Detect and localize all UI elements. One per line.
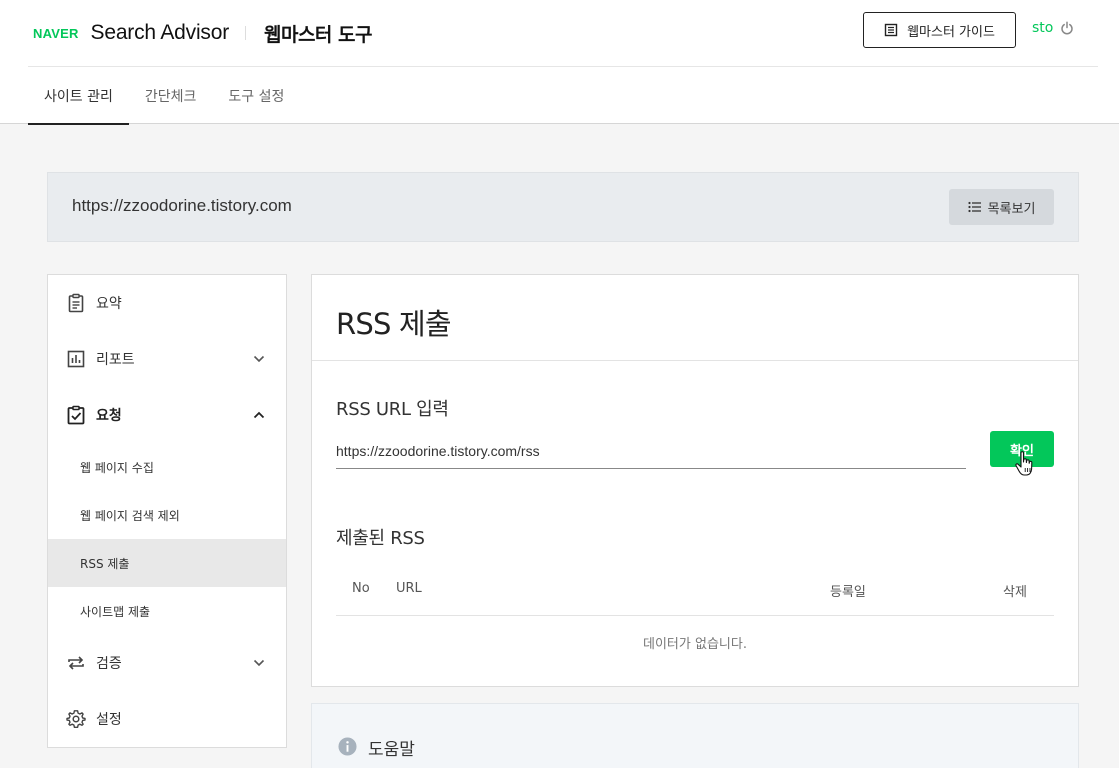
column-header-date: 등록일 <box>830 585 866 600</box>
chevron-up-icon <box>253 411 265 419</box>
top-header: NAVER Search Advisor 웹마스터 도구 웹마스터 가이드 st… <box>0 0 1119 125</box>
column-header-url: URL <box>396 581 422 596</box>
site-bar: https://zzoodorine.tistory.com 목록보기 <box>47 172 1079 242</box>
tool-title: 웹마스터 도구 <box>263 23 373 46</box>
sidebar-item-report[interactable]: 리포트 <box>48 331 286 387</box>
column-header-delete: 삭제 <box>1003 585 1027 600</box>
site-url: https://zzoodorine.tistory.com <box>72 196 292 215</box>
sidebar-item-label: 요약 <box>96 296 122 312</box>
table-header: No URL 등록일 삭제 <box>336 567 1054 616</box>
sidebar-subitem-web-page-collect[interactable]: 웹 페이지 수집 <box>48 443 286 491</box>
brand[interactable]: NAVER Search Advisor 웹마스터 도구 <box>33 18 372 48</box>
sidebar-item-request[interactable]: 요청 <box>48 387 286 443</box>
submitted-rss-label: 제출된 RSS <box>336 528 425 549</box>
repeat-icon <box>68 656 84 670</box>
sidebar-subitem-rss-submit[interactable]: RSS 제출 <box>48 539 286 587</box>
tab-quick-check[interactable]: 간단체크 <box>129 67 213 124</box>
tab-site-management[interactable]: 사이트 관리 <box>28 67 129 125</box>
guide-button-label: 웹마스터 가이드 <box>907 24 995 40</box>
list-view-label: 목록보기 <box>987 201 1036 217</box>
clipboard-check-icon <box>67 405 85 425</box>
sidebar: 요약 리포트 요청 웹 페이지 수집 웹 페이지 검색 제외 RSS 제출 사이… <box>47 274 287 748</box>
sidebar-subitem-sitemap-submit[interactable]: 사이트맵 제출 <box>48 587 286 635</box>
sidebar-item-summary[interactable]: 요약 <box>48 275 286 331</box>
list-view-button[interactable]: 목록보기 <box>949 189 1054 225</box>
list-icon <box>967 201 981 213</box>
webmaster-guide-button[interactable]: 웹마스터 가이드 <box>863 12 1016 48</box>
rss-url-input[interactable] <box>336 433 966 469</box>
naver-logo: NAVER <box>33 25 79 41</box>
column-header-no: No <box>352 581 370 596</box>
sidebar-item-settings[interactable]: 설정 <box>48 691 286 747</box>
gear-icon <box>66 710 86 728</box>
chevron-down-icon <box>253 659 265 667</box>
sidebar-item-label: 리포트 <box>96 352 135 368</box>
info-icon <box>338 737 357 756</box>
user-name: sto <box>1032 20 1054 36</box>
title-divider <box>312 360 1078 361</box>
confirm-button[interactable]: 확인 <box>990 431 1054 467</box>
book-icon <box>884 23 898 37</box>
sidebar-item-verify[interactable]: 검증 <box>48 635 286 691</box>
brand-name: Search Advisor <box>90 21 230 44</box>
page-title: RSS 제출 <box>336 307 452 341</box>
user-menu[interactable]: sto <box>1032 20 1074 36</box>
sidebar-item-label: 검증 <box>96 656 122 672</box>
help-title: 도움말 <box>368 740 415 760</box>
chart-icon <box>67 350 85 368</box>
help-card[interactable]: 도움말 <box>311 703 1079 768</box>
rss-submit-card: RSS 제출 RSS URL 입력 확인 제출된 RSS No URL 등록일 … <box>311 274 1079 687</box>
power-icon[interactable] <box>1060 21 1074 35</box>
brand-divider <box>244 26 246 40</box>
chevron-down-icon <box>253 355 265 363</box>
tab-tool-settings[interactable]: 도구 설정 <box>212 67 300 124</box>
sidebar-item-label: 설정 <box>96 712 122 728</box>
submitted-rss-table: No URL 등록일 삭제 데이터가 없습니다. <box>336 567 1054 668</box>
main-tabs: 사이트 관리 간단체크 도구 설정 <box>28 67 300 125</box>
clipboard-icon <box>68 293 84 313</box>
sidebar-subitem-web-page-exclude[interactable]: 웹 페이지 검색 제외 <box>48 491 286 539</box>
empty-table-message: 데이터가 없습니다. <box>643 636 747 652</box>
sidebar-item-label: 요청 <box>96 408 122 424</box>
rss-url-input-label: RSS URL 입력 <box>336 399 449 420</box>
